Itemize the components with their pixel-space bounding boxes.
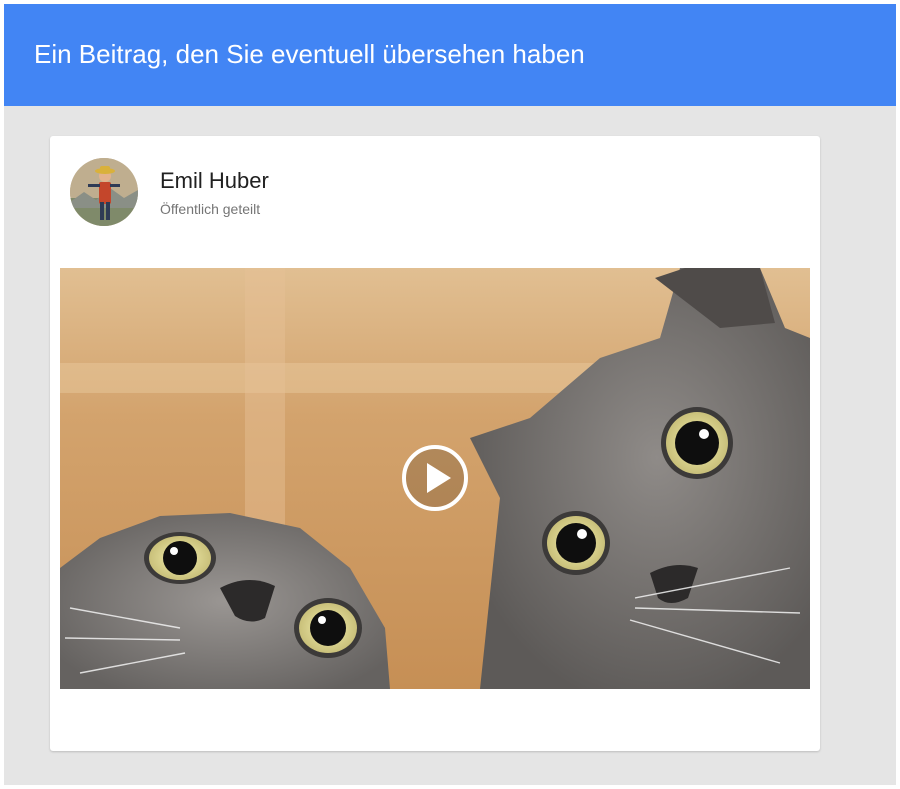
play-button[interactable] xyxy=(401,444,469,512)
avatar[interactable] xyxy=(70,158,138,226)
header-title: Ein Beitrag, den Sie eventuell übersehen… xyxy=(34,39,585,69)
avatar-image xyxy=(70,158,138,226)
share-status: Öffentlich geteilt xyxy=(160,201,261,217)
email-frame: Ein Beitrag, den Sie eventuell übersehen… xyxy=(4,4,896,785)
header-banner: Ein Beitrag, den Sie eventuell übersehen… xyxy=(4,4,896,106)
play-icon xyxy=(402,445,468,511)
post-card[interactable]: Emil Huber Öffentlich geteilt xyxy=(50,136,820,751)
video-thumbnail[interactable] xyxy=(60,268,810,689)
author-name[interactable]: Emil Huber xyxy=(160,168,269,194)
